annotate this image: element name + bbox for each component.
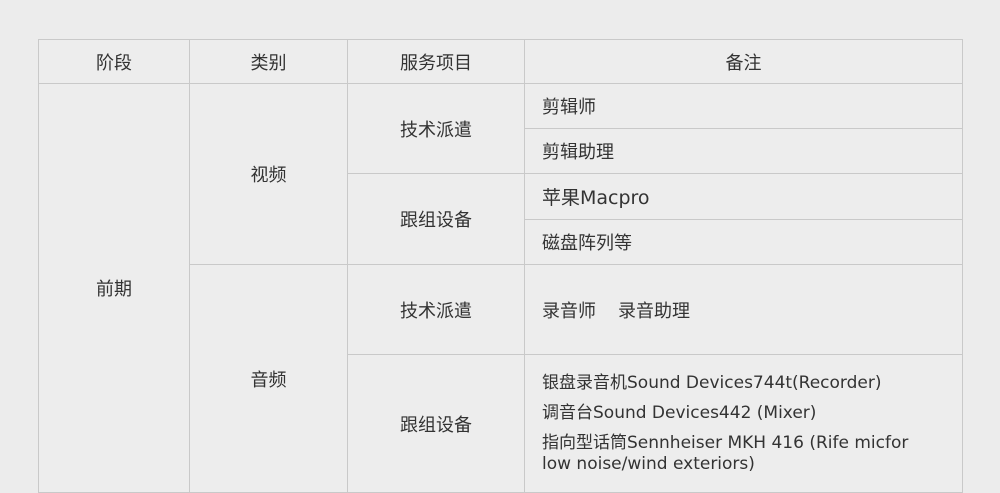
header-category-label: 类别 bbox=[250, 52, 287, 74]
header-notes: 备注 bbox=[524, 39, 963, 84]
category-video-label: 视频 bbox=[250, 165, 287, 186]
header-notes-label: 备注 bbox=[725, 52, 762, 74]
service-audio-equipment-cell: 跟组设备 bbox=[347, 354, 525, 493]
note-audio-tech-cell: 录音师 录音助理 bbox=[524, 264, 963, 355]
note-microphone-line: 指向型话筒Sennheiser MKH 416 (Rife micfor bbox=[542, 433, 909, 453]
service-video-tech-cell: 技术派遣 bbox=[347, 83, 525, 174]
stage-label: 前期 bbox=[96, 279, 132, 300]
note-editor-assistant-label: 剪辑助理 bbox=[542, 142, 614, 163]
service-video-equipment-cell: 跟组设备 bbox=[347, 173, 525, 265]
stage-cell: 前期 bbox=[38, 83, 190, 493]
service-audio-equipment-label: 跟组设备 bbox=[400, 414, 472, 436]
category-audio-label: 音频 bbox=[250, 369, 287, 391]
note-disk-array-cell: 磁盘阵列等 bbox=[524, 219, 963, 265]
service-audio-tech-label: 技术派遣 bbox=[400, 300, 472, 322]
service-audio-tech-cell: 技术派遣 bbox=[347, 264, 525, 355]
note-microphone-line-cont: low noise/wind exteriors) bbox=[542, 454, 755, 474]
header-service: 服务项目 bbox=[347, 39, 525, 84]
header-category: 类别 bbox=[189, 39, 348, 84]
note-editor-label: 剪辑师 bbox=[542, 97, 596, 118]
note-macpro-label: 苹果Macpro bbox=[542, 187, 650, 209]
category-audio-cell: 音频 bbox=[189, 264, 348, 493]
note-editor-assistant-cell: 剪辑助理 bbox=[524, 128, 963, 174]
note-sound-recordist-label: 录音师 bbox=[542, 300, 596, 322]
header-service-label: 服务项目 bbox=[400, 52, 472, 74]
note-mixer-line: 调音台Sound Devices442 (Mixer) bbox=[542, 403, 817, 423]
service-video-tech-label: 技术派遣 bbox=[400, 119, 472, 141]
category-video-cell: 视频 bbox=[189, 83, 348, 265]
note-recorder-line: 银盘录音机Sound Devices744t(Recorder) bbox=[542, 373, 882, 393]
note-audio-equipment-cell: 银盘录音机Sound Devices744t(Recorder) 调音台Soun… bbox=[524, 354, 963, 493]
service-video-equipment-label: 跟组设备 bbox=[400, 210, 472, 231]
header-stage: 阶段 bbox=[38, 39, 190, 84]
note-sound-assistant-label: 录音助理 bbox=[618, 300, 690, 322]
service-table: 阶段 类别 服务项目 备注 前期 视频 音频 技术派遣 跟组设备 技术派遣 跟组… bbox=[38, 39, 963, 493]
note-editor-cell: 剪辑师 bbox=[524, 83, 963, 129]
note-disk-array-label: 磁盘阵列等 bbox=[542, 233, 632, 254]
note-macpro-cell: 苹果Macpro bbox=[524, 173, 963, 220]
header-stage-label: 阶段 bbox=[96, 52, 132, 74]
